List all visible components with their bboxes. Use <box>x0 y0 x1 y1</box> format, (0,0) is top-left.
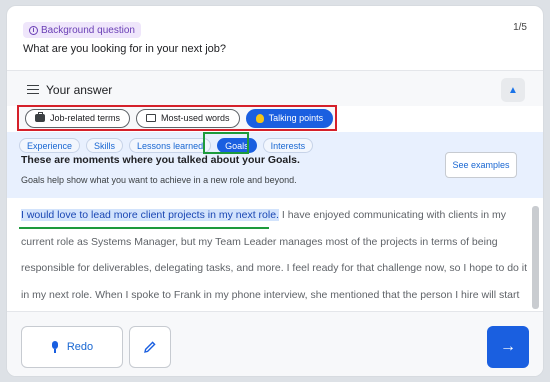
chevron-up-icon: ▲ <box>508 84 518 96</box>
talking-point-tabs: Experience Skills Lessons learned Goals … <box>19 138 314 153</box>
filter-most-used-words[interactable]: Most-used words <box>136 108 240 128</box>
next-button[interactable]: → <box>487 326 529 368</box>
collapse-button[interactable]: ▲ <box>501 78 525 102</box>
goals-tab-highlight-box <box>203 132 249 154</box>
panel-subtitle: Goals help show what you want to achieve… <box>21 175 297 185</box>
see-examples-button[interactable]: See examples <box>445 152 517 178</box>
answer-title: Your answer <box>46 83 113 97</box>
tab-lessons-learned[interactable]: Lessons learned <box>129 138 212 153</box>
redo-button[interactable]: Redo <box>21 326 123 368</box>
bottom-controls: Redo → <box>7 311 543 376</box>
answer-header: Your answer ▲ <box>7 70 543 106</box>
goal-underline <box>19 227 269 229</box>
transcript-scrollbar[interactable] <box>532 206 539 309</box>
question-counter: 1/5 <box>513 22 527 33</box>
filter-job-related-terms[interactable]: Job-related terms <box>25 108 131 128</box>
answer-transcript: I would love to lead more client project… <box>21 202 531 327</box>
panel-title: These are moments where you talked about… <box>21 154 300 166</box>
edit-button[interactable] <box>129 326 171 368</box>
interview-card: i Background question What are you looki… <box>6 5 544 377</box>
insight-filter-row: Job-related terms Most-used words Talkin… <box>17 105 337 131</box>
briefcase-icon <box>35 112 45 122</box>
tab-experience[interactable]: Experience <box>19 138 81 153</box>
book-icon <box>146 114 157 122</box>
question-section: i Background question What are you looki… <box>7 6 543 70</box>
pencil-icon <box>144 341 156 353</box>
microphone-icon <box>51 341 59 353</box>
tab-interests[interactable]: Interests <box>262 138 314 153</box>
tab-skills[interactable]: Skills <box>86 138 124 153</box>
talking-points-panel: Experience Skills Lessons learned Goals … <box>7 132 543 198</box>
info-icon: i <box>29 25 38 35</box>
arrow-right-icon: → <box>500 338 516 355</box>
highlighted-goal-sentence[interactable]: I would love to lead more client project… <box>21 209 279 221</box>
question-text: What are you looking for in your next jo… <box>23 43 227 55</box>
background-question-badge: i Background question <box>23 22 141 38</box>
filter-talking-points[interactable]: Talking points <box>245 108 334 128</box>
text-lines-icon <box>27 85 39 94</box>
lightbulb-icon <box>255 113 264 123</box>
